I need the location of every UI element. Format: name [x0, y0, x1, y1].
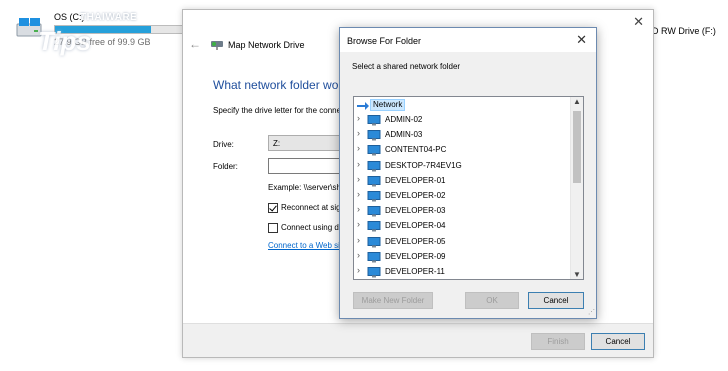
tree-item-label: DEVELOPER-04 [385, 221, 446, 231]
tree-item-label: DEVELOPER-05 [385, 236, 446, 246]
ok-button[interactable]: OK [465, 292, 519, 309]
dialog-titlebar[interactable]: Browse For Folder ✕ [340, 28, 596, 52]
watermark-brand: THAIWARE [80, 12, 138, 23]
folder-example: Example: \\server\share [268, 183, 340, 192]
tree-item-label: DEVELOPER-11 [385, 267, 445, 276]
tree-root-label: Network [370, 99, 406, 111]
back-arrow-icon[interactable]: ← [189, 37, 201, 51]
computer-icon [367, 206, 381, 217]
tree-item[interactable]: › CONTENT04-PC [354, 143, 569, 158]
tree-scrollbar[interactable]: ▲ ▼ [570, 97, 583, 279]
computer-icon [367, 175, 381, 187]
wizard-title: Map Network Drive [228, 40, 305, 50]
scroll-down-icon[interactable]: ▼ [573, 270, 581, 279]
browse-for-folder-dialog: Browse For Folder ✕ Select a shared netw… [339, 27, 597, 319]
tree-item[interactable]: › ADMIN-03 [354, 128, 569, 143]
watermark-logo: Tips [38, 26, 91, 56]
tree-item[interactable]: › DEVELOPER-05 [354, 235, 569, 250]
computer-icon [367, 191, 381, 202]
web-site-link[interactable]: Connect to a Web site that you can use t… [268, 241, 340, 250]
reconnect-checkbox[interactable] [268, 203, 278, 213]
computer-icon [367, 115, 381, 126]
computer-icon [367, 130, 381, 141]
chevron-right-icon[interactable]: › [357, 159, 360, 169]
tree-root-network[interactable]: Network [356, 99, 416, 112]
dialog-title: Browse For Folder [347, 36, 422, 46]
computer-icon [367, 221, 381, 232]
tree-item[interactable]: › ADMIN-02 [354, 113, 569, 128]
credentials-label: Connect using different credentials [281, 223, 341, 232]
tree-item[interactable]: › DEVELOPER-03 [354, 204, 569, 219]
tree-item[interactable]: › DEVELOPER-11 [354, 265, 569, 279]
tree-item[interactable]: › DEVELOPER-02 [354, 189, 569, 204]
tree-item-label: DEVELOPER-09 [385, 251, 446, 261]
close-icon[interactable]: ✕ [633, 14, 644, 30]
tree-item[interactable]: › DESKTOP-7R4EV1G [354, 159, 569, 174]
chevron-right-icon[interactable]: › [357, 204, 360, 214]
folder-label: Folder: [213, 162, 238, 171]
network-drive-icon [211, 41, 223, 50]
chevron-right-icon[interactable]: › [357, 128, 360, 138]
computer-icon [367, 267, 381, 278]
wizard-description: Specify the drive letter for the connect… [213, 106, 343, 115]
computer-icon [367, 236, 381, 248]
chevron-right-icon[interactable]: › [357, 189, 360, 199]
computer-icon [367, 145, 381, 156]
computer-icon [367, 251, 381, 263]
credentials-checkbox[interactable] [268, 223, 278, 233]
tree-item-label: DEVELOPER-01 [385, 175, 446, 185]
tree-item[interactable]: › DEVELOPER-04 [354, 219, 569, 234]
dialog-prompt: Select a shared network folder [352, 62, 461, 71]
make-new-folder-button[interactable]: Make New Folder [353, 292, 433, 309]
chevron-right-icon[interactable]: › [357, 265, 360, 275]
resize-grip-icon[interactable]: ⋰ [588, 308, 595, 316]
wizard-footer: Finish Cancel [183, 323, 653, 357]
chevron-right-icon[interactable]: › [357, 143, 360, 153]
tree-item-label: DEVELOPER-02 [385, 191, 446, 200]
rw-drive-label[interactable]: D RW Drive (F:) [652, 26, 716, 36]
tree-item-label: ADMIN-03 [385, 130, 423, 140]
scroll-thumb[interactable] [573, 111, 581, 183]
tree-item-label: ADMIN-02 [385, 115, 423, 124]
tree-item[interactable]: › DEVELOPER-09 [354, 250, 569, 265]
tree-item-label: DESKTOP-7R4EV1G [385, 160, 462, 170]
tree-item[interactable]: › DEVELOPER-01 [354, 174, 569, 189]
folder-tree[interactable]: Network › ADMIN-02 › ADMIN-03 › CONTENT04-PC ›… [353, 96, 584, 280]
chevron-right-icon[interactable]: › [357, 250, 360, 260]
drive-label: Drive: [213, 140, 234, 149]
scroll-up-icon[interactable]: ▲ [573, 97, 581, 106]
dialog-cancel-button[interactable]: Cancel [528, 292, 584, 309]
network-icon [357, 102, 369, 110]
chevron-right-icon[interactable]: › [357, 113, 360, 123]
chevron-right-icon[interactable]: › [357, 174, 360, 184]
wizard-heading: What network folder would you like to ma… [213, 78, 343, 92]
chevron-right-icon[interactable]: › [357, 219, 360, 229]
computer-icon [367, 160, 381, 172]
close-icon[interactable]: ✕ [576, 32, 587, 48]
tree-item-label: CONTENT04-PC [385, 145, 447, 155]
tree-item-label: DEVELOPER-03 [385, 206, 446, 216]
finish-button[interactable]: Finish [531, 333, 585, 350]
reconnect-label: Reconnect at sign-in [281, 203, 341, 212]
cancel-button[interactable]: Cancel [591, 333, 645, 350]
chevron-right-icon[interactable]: › [357, 235, 360, 245]
